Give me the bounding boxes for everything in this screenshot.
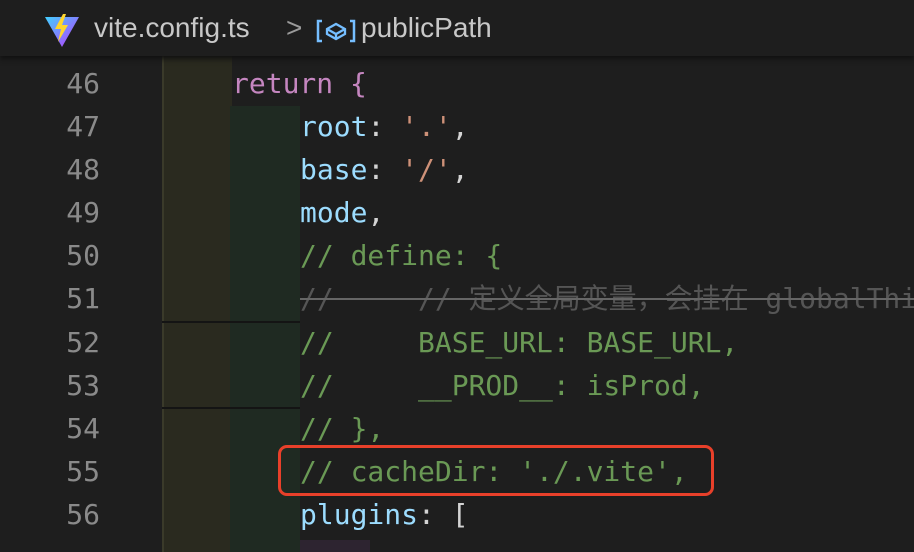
code-bracket: [	[451, 498, 469, 531]
code-line: 56 plugins: [	[0, 493, 914, 536]
line-number: 55	[66, 455, 100, 488]
code-line: 47 root: '.',	[0, 105, 914, 148]
variable-icon	[316, 19, 356, 43]
line-number: 52	[66, 326, 100, 359]
code-line: 52 // BASE_URL: BASE_URL,	[0, 321, 914, 364]
code-key: plugins	[300, 498, 419, 531]
line-number: 46	[66, 67, 100, 100]
line-number: 53	[66, 369, 100, 402]
code-key: root	[300, 110, 368, 143]
line-number: 48	[66, 153, 100, 186]
vite-logo-icon	[45, 14, 79, 47]
code-line: 51 // // 定义全局变量，会挂在 globalThis	[0, 277, 914, 320]
indent-block	[300, 540, 370, 552]
line-number: 50	[66, 239, 100, 272]
code-string: '/'	[401, 153, 452, 186]
code-key: mode	[300, 196, 368, 229]
highlight-box	[278, 445, 714, 496]
code-string: '.'	[401, 110, 452, 143]
code-comment: // BASE_URL: BASE_URL,	[300, 326, 739, 359]
breadcrumb-file[interactable]: vite.config.ts	[94, 12, 250, 44]
line-number: 56	[66, 498, 100, 531]
code-comment-deprecated: // // 定义全局变量，会挂在 globalThis	[300, 282, 914, 315]
breadcrumb-symbol[interactable]: publicPath	[361, 12, 492, 44]
line-number: 47	[66, 110, 100, 143]
code-comment: // },	[300, 412, 385, 445]
line-number: 51	[66, 282, 100, 315]
chevron-right-icon: >	[286, 12, 303, 43]
code-line: 48 base: '/',	[0, 148, 914, 191]
breadcrumb: vite.config.ts > publicPath	[0, 0, 914, 56]
code-comment: // define: {	[300, 239, 503, 272]
code-key: base	[300, 153, 368, 186]
code-line: 50 // define: {	[0, 234, 914, 277]
code-comment: // __PROD__: isProd,	[300, 369, 705, 402]
code-line: 54 // },	[0, 407, 914, 450]
code-text: return {	[232, 67, 367, 100]
line-number: 49	[66, 196, 100, 229]
line-number: 54	[66, 412, 100, 445]
code-line: 53 // __PROD__: isProd,	[0, 364, 914, 407]
code-line: 49 mode,	[0, 191, 914, 234]
code-line: 46 return {	[0, 62, 914, 105]
